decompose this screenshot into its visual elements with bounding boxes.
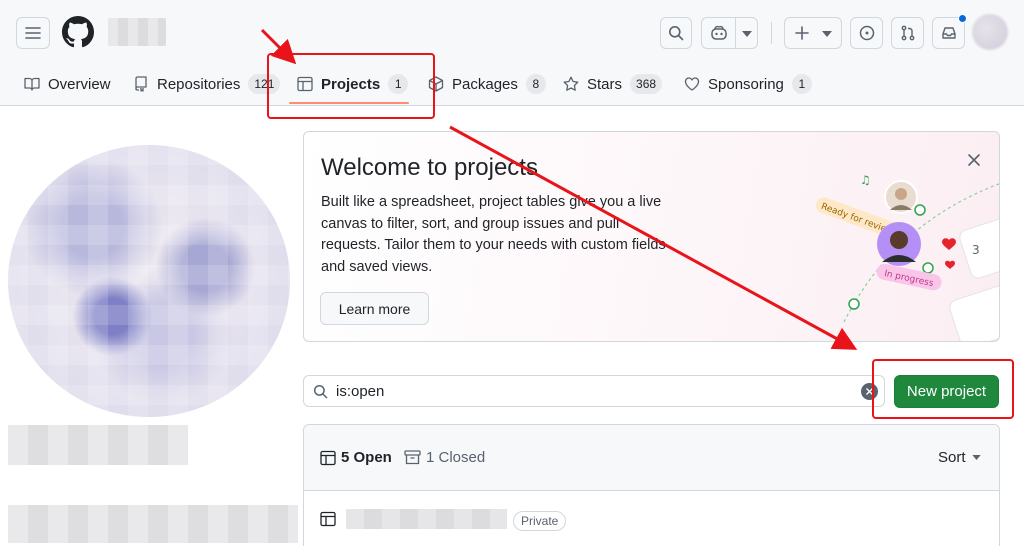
global-header: Overview Repositories 121 Projects 1 Pac… <box>0 0 1024 106</box>
open-count-label: 5 Open <box>341 449 392 466</box>
user-avatar[interactable] <box>972 14 1008 50</box>
project-name-redacted[interactable] <box>346 509 507 529</box>
tab-counter: 368 <box>630 74 663 94</box>
archive-icon <box>404 450 421 465</box>
book-icon <box>24 77 40 91</box>
welcome-description: Built like a spreadsheet, project tables… <box>321 194 666 275</box>
profile-bio-redacted <box>8 505 298 543</box>
git-pull-request-icon <box>901 25 914 41</box>
sort-label: Sort <box>938 449 966 466</box>
closed-count-label: 1 Closed <box>426 449 486 466</box>
table-icon <box>320 450 336 465</box>
visibility-badge: Private <box>513 511 567 531</box>
table-icon <box>320 511 336 527</box>
tab-sponsoring[interactable]: Sponsoring 1 <box>684 64 812 104</box>
tab-repositories[interactable]: Repositories 121 <box>133 64 281 104</box>
pull-requests-button[interactable] <box>891 17 924 49</box>
inbox-icon <box>941 27 956 39</box>
chevron-down-icon <box>742 31 752 37</box>
sort-dropdown[interactable]: Sort <box>938 449 981 466</box>
search-icon <box>313 384 328 399</box>
learn-more-button[interactable]: Learn more <box>320 292 429 325</box>
tab-label: Overview <box>48 75 111 93</box>
star-icon <box>563 76 579 91</box>
projects-list-header: 5 Open 1 Closed Sort <box>304 425 999 491</box>
welcome-title: Welcome to projects <box>321 154 538 181</box>
tab-label: Projects <box>321 75 381 93</box>
username-redacted[interactable] <box>108 18 166 46</box>
tab-stars[interactable]: Stars 368 <box>563 64 663 104</box>
projects-list: 5 Open 1 Closed Sort Private <box>303 424 1000 546</box>
profile-avatar[interactable] <box>8 145 290 417</box>
issues-button[interactable] <box>850 17 883 49</box>
repo-icon <box>135 76 147 92</box>
open-filter[interactable]: 5 Open <box>320 449 392 466</box>
chevron-down-icon <box>971 455 981 460</box>
project-row[interactable]: Private <box>304 491 999 546</box>
new-project-button[interactable]: New project <box>894 375 999 408</box>
search-icon <box>669 26 684 41</box>
heart-icon <box>684 77 700 91</box>
tab-overview[interactable]: Overview <box>24 64 111 104</box>
notification-dot <box>958 14 967 23</box>
tab-counter: 8 <box>525 74 546 94</box>
hamburger-icon <box>25 27 41 39</box>
table-icon <box>297 76 313 92</box>
tab-projects[interactable]: Projects 1 <box>297 64 409 104</box>
copilot-button[interactable] <box>701 17 758 49</box>
card-number-text: 3 <box>972 243 980 257</box>
plus-icon <box>795 26 809 40</box>
clear-icon <box>866 388 873 395</box>
create-new-button[interactable] <box>784 17 842 49</box>
copilot-icon <box>711 25 727 40</box>
github-logo-icon[interactable] <box>62 16 94 48</box>
tab-packages[interactable]: Packages 8 <box>428 64 546 104</box>
active-tab-underline <box>289 102 409 104</box>
issue-opened-icon <box>859 25 874 41</box>
profile-name-redacted <box>8 425 188 465</box>
header-divider <box>771 22 772 44</box>
projects-illustration-icon: ♫ Ready for review In progress 3 <box>815 173 999 341</box>
welcome-banner: Welcome to projects Built like a spreads… <box>303 131 1000 342</box>
tab-label: Repositories <box>157 75 241 93</box>
menu-button[interactable] <box>16 17 50 49</box>
tab-label: Sponsoring <box>708 75 784 93</box>
tab-counter: 1 <box>791 74 812 94</box>
tab-label: Stars <box>587 75 623 93</box>
closed-filter[interactable]: 1 Closed <box>404 449 485 466</box>
svg-text:♫: ♫ <box>860 173 871 187</box>
tab-label: Packages <box>452 75 518 93</box>
search-button[interactable] <box>660 17 692 49</box>
clear-search-button[interactable] <box>861 383 878 400</box>
tab-counter: 121 <box>248 74 281 94</box>
search-input[interactable] <box>336 379 856 403</box>
project-search-bar[interactable] <box>303 375 885 407</box>
profile-tabs: Overview Repositories 121 Projects 1 Pac… <box>0 64 1024 106</box>
chevron-down-icon <box>822 31 832 37</box>
package-icon <box>428 76 444 92</box>
tab-counter: 1 <box>388 74 409 94</box>
